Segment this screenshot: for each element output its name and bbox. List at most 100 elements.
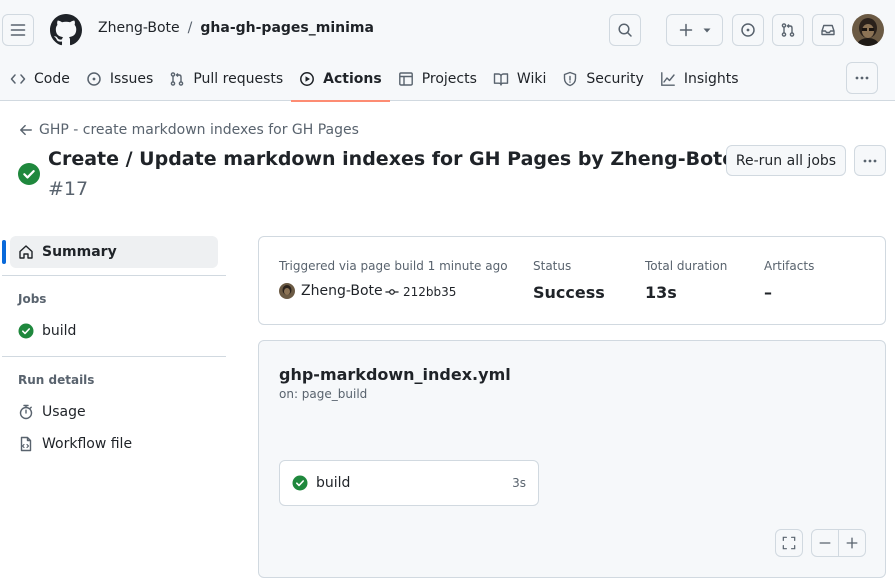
pull-requests-button[interactable]	[772, 14, 804, 46]
workflow-back-link[interactable]: GHP - create markdown indexes for GH Pag…	[19, 122, 359, 138]
code-icon	[10, 73, 26, 84]
zoom-out-button[interactable]	[811, 529, 839, 557]
sidebar-item-label: Usage	[42, 404, 86, 420]
rerun-all-jobs-button[interactable]: Re-run all jobs	[726, 145, 846, 176]
nav-tab-label: Insights	[683, 70, 739, 87]
run-number: #17	[48, 178, 89, 200]
job-duration: 3s	[512, 476, 526, 490]
graph-job-build[interactable]: build 3s	[279, 460, 539, 506]
actor-link[interactable]: Zheng-Bote	[279, 283, 383, 299]
sidebar-run-details-heading: Run details	[18, 373, 95, 387]
zoom-in-button[interactable]	[838, 529, 866, 557]
menu-button[interactable]	[2, 14, 34, 46]
inbox-button[interactable]	[812, 14, 844, 46]
search-button[interactable]	[609, 14, 641, 46]
workflow-file-name[interactable]: ghp-markdown_index.yml	[279, 365, 511, 384]
stopwatch-icon	[19, 404, 33, 420]
sidebar-divider	[2, 356, 226, 357]
search-icon	[618, 23, 632, 37]
job-name: build	[316, 475, 351, 491]
arrow-left-icon	[20, 124, 32, 136]
repo-name-link[interactable]: gha-gh-pages_minima	[200, 20, 374, 36]
nav-tab-projects[interactable]: Projects	[390, 56, 485, 101]
status-label: Status	[533, 259, 572, 273]
repo-nav: Code Issues Pull requests Actions Projec…	[0, 56, 747, 102]
screen-full-icon	[782, 536, 796, 550]
fullscreen-button[interactable]	[775, 529, 803, 557]
actor-name: Zheng-Bote	[301, 283, 383, 299]
issues-button[interactable]	[732, 14, 764, 46]
user-avatar[interactable]	[852, 14, 884, 46]
nav-more-button[interactable]	[846, 62, 878, 94]
sidebar-item-summary[interactable]: Summary	[10, 236, 218, 268]
status-value: Success	[533, 283, 605, 302]
sidebar-item-label: build	[42, 323, 77, 339]
nav-tab-issues[interactable]: Issues	[78, 56, 162, 101]
inbox-icon	[821, 24, 835, 36]
sidebar-item-usage[interactable]: Usage	[18, 404, 86, 420]
nav-tab-wiki[interactable]: Wiki	[485, 56, 554, 101]
check-circle-fill-icon	[18, 323, 34, 339]
check-circle-fill-icon	[18, 163, 40, 185]
nav-tab-label: Pull requests	[193, 70, 284, 87]
commit-link[interactable]: 212bb35	[385, 285, 456, 299]
sidebar-divider	[2, 275, 226, 276]
git-pull-request-icon	[171, 71, 184, 86]
file-icon	[20, 436, 32, 452]
book-icon	[493, 72, 509, 86]
home-icon	[19, 245, 33, 259]
sidebar-item-label: Workflow file	[42, 436, 133, 452]
artifacts-label: Artifacts	[764, 259, 815, 273]
run-title: Create / Update markdown indexes for GH …	[48, 148, 736, 170]
workflow-graph-panel: ghp-markdown_index.yml on: page_build bu…	[258, 340, 886, 578]
run-status-badge	[18, 163, 40, 185]
breadcrumb-separator: /	[187, 20, 193, 36]
workflow-name: GHP - create markdown indexes for GH Pag…	[39, 122, 359, 138]
github-logo[interactable]	[50, 14, 82, 46]
sidebar-item-label: Summary	[42, 244, 117, 260]
avatar-image	[852, 14, 884, 46]
check-circle-fill-icon	[292, 475, 308, 491]
plus-icon	[846, 537, 858, 549]
kebab-horizontal-icon	[863, 159, 877, 162]
git-pull-request-icon	[781, 23, 795, 37]
nav-tab-label: Wiki	[516, 70, 547, 87]
workflow-trigger: on: page_build	[279, 387, 368, 401]
triggered-text: Triggered via page build 1 minute ago	[279, 259, 508, 273]
nav-tab-insights[interactable]: Insights	[652, 56, 747, 101]
actor-avatar	[279, 283, 295, 299]
duration-label: Total duration	[645, 259, 728, 273]
git-commit-icon	[385, 289, 399, 295]
create-new-button[interactable]	[666, 14, 723, 46]
plus-icon	[679, 23, 692, 37]
graph-icon	[660, 71, 675, 86]
issue-opened-icon	[87, 71, 101, 86]
nav-tab-code[interactable]: Code	[0, 56, 78, 101]
nav-tab-label: Issues	[109, 70, 154, 87]
nav-tab-actions[interactable]: Actions	[291, 56, 390, 102]
nav-tab-label: Code	[34, 70, 70, 87]
app-header: Zheng-Bote / gha-gh-pages_minima Code Is…	[0, 0, 895, 102]
nav-tab-pull-requests[interactable]: Pull requests	[161, 56, 291, 101]
nav-tab-label: Actions	[323, 70, 382, 87]
kebab-horizontal-icon	[855, 76, 869, 80]
hamburger-icon	[10, 24, 26, 36]
sidebar-job-build[interactable]: build	[18, 323, 76, 339]
play-icon	[300, 71, 315, 86]
nav-tab-label: Security	[586, 70, 644, 87]
run-more-actions-button[interactable]	[854, 145, 886, 176]
nav-tab-security[interactable]: Security	[554, 56, 652, 101]
triangle-down-icon	[703, 28, 710, 33]
sidebar-jobs-heading: Jobs	[18, 292, 47, 306]
nav-tab-label: Projects	[421, 70, 477, 87]
dash-icon	[819, 542, 831, 544]
issue-opened-icon	[741, 23, 755, 37]
repo-breadcrumb: Zheng-Bote / gha-gh-pages_minima	[98, 20, 374, 36]
commit-sha: 212bb35	[403, 285, 457, 299]
sidebar-active-indicator	[2, 240, 6, 264]
run-summary-card: Triggered via page build 1 minute ago Zh…	[258, 236, 886, 325]
artifacts-value: –	[764, 283, 772, 302]
repo-owner-link[interactable]: Zheng-Bote	[98, 20, 180, 36]
shield-icon	[564, 71, 577, 86]
sidebar-item-workflow-file[interactable]: Workflow file	[18, 436, 132, 452]
